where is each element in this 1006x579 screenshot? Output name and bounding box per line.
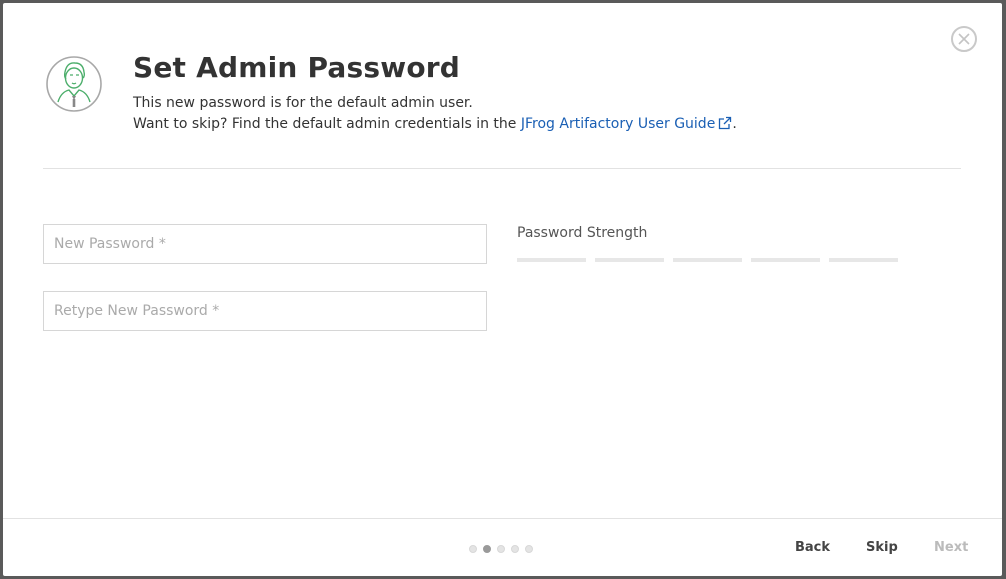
- step-dot: [511, 545, 519, 553]
- user-guide-link-label: JFrog Artifactory User Guide: [520, 116, 716, 132]
- skip-description-text: Want to skip? Find the default admin cre…: [133, 116, 521, 132]
- retype-password-input[interactable]: [43, 291, 487, 331]
- skip-description: Want to skip? Find the default admin cre…: [133, 116, 737, 132]
- close-button[interactable]: [951, 26, 977, 52]
- next-button[interactable]: Next: [934, 540, 968, 555]
- strength-segment: [517, 258, 586, 262]
- strength-segment: [751, 258, 820, 262]
- step-dot-current: [483, 545, 491, 553]
- user-guide-link[interactable]: JFrog Artifactory User Guide: [521, 116, 732, 132]
- description-text: This new password is for the default adm…: [133, 95, 473, 111]
- set-admin-password-dialog: Set Admin Password This new password is …: [3, 3, 1002, 576]
- step-dot: [525, 545, 533, 553]
- skip-button[interactable]: Skip: [866, 540, 898, 555]
- step-dot: [469, 545, 477, 553]
- password-strength-label: Password Strength: [517, 225, 648, 241]
- back-button[interactable]: Back: [795, 540, 830, 555]
- close-icon: [958, 33, 970, 45]
- admin-user-avatar-icon: [46, 56, 102, 112]
- skip-description-suffix: .: [732, 116, 737, 132]
- footer-divider: [3, 518, 1002, 519]
- strength-segment: [673, 258, 742, 262]
- header-divider: [43, 168, 961, 169]
- external-link-icon: [719, 116, 732, 130]
- strength-segment: [829, 258, 898, 262]
- page-title: Set Admin Password: [133, 51, 461, 84]
- wizard-step-indicator: [469, 545, 533, 553]
- step-dot: [497, 545, 505, 553]
- password-strength-meter: [517, 258, 898, 262]
- new-password-input[interactable]: [43, 224, 487, 264]
- strength-segment: [595, 258, 664, 262]
